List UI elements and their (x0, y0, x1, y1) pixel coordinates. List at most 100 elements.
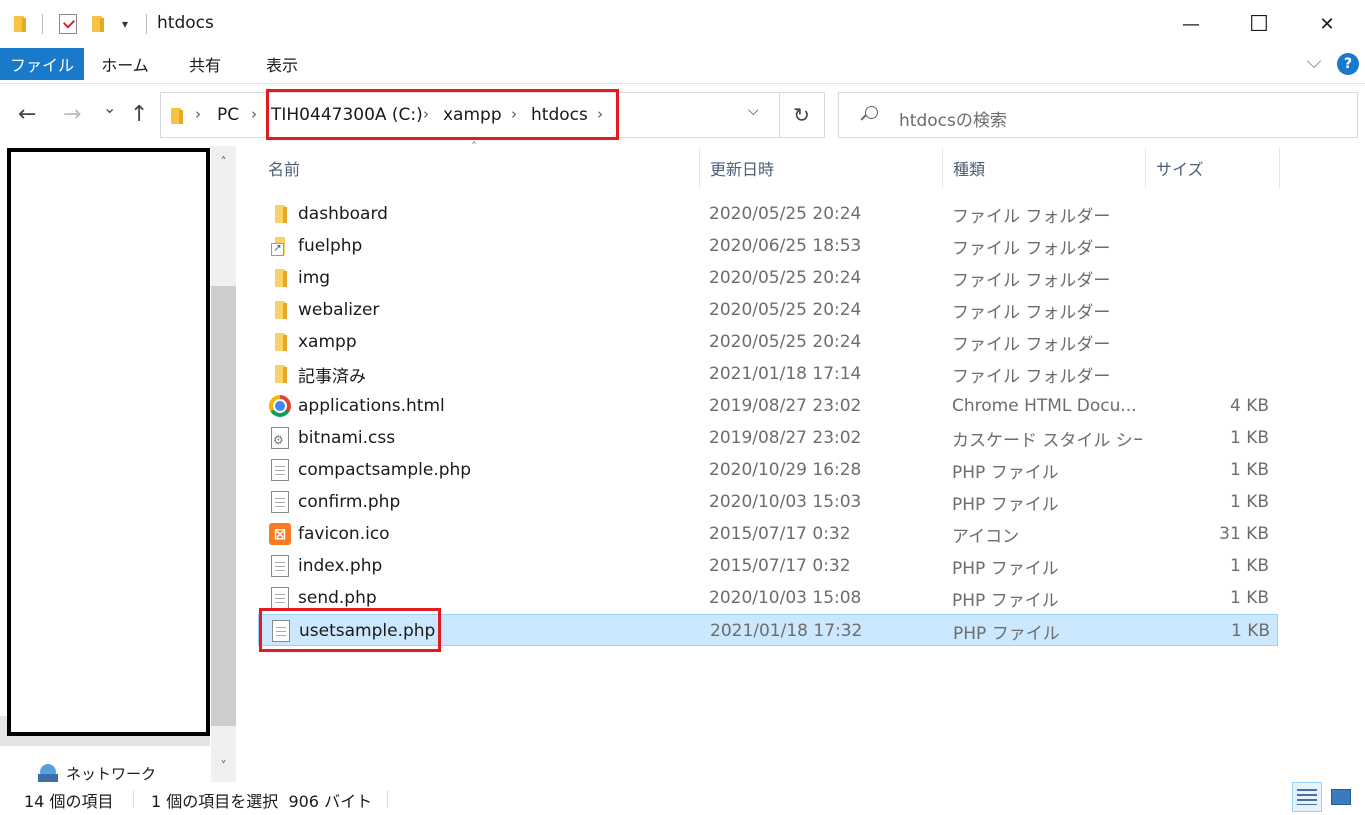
php-file-icon (268, 486, 292, 518)
table-row[interactable]: confirm.php 2020/10/03 15:03 PHP ファイル 1 KB (258, 486, 1278, 518)
date-modified: 2019/08/27 23:02 (709, 396, 862, 416)
details-view-icon (1297, 789, 1317, 805)
css-file-icon (268, 422, 292, 454)
customize-toolbar-chevron-icon[interactable]: ▾ (122, 12, 128, 36)
scroll-up-icon[interactable]: ˄ (211, 148, 236, 176)
file-name: confirm.php (298, 492, 401, 512)
maximize-button[interactable]: ☐ (1225, 0, 1293, 48)
window-title: htdocs (157, 13, 214, 33)
file-name: bitnami.css (298, 428, 396, 448)
back-arrow-icon[interactable]: ← (18, 102, 36, 127)
file-type: PHP ファイル (952, 590, 1059, 611)
address-dropdown-icon[interactable]: ⌵ (748, 103, 759, 119)
scroll-down-icon[interactable]: ˅ (211, 752, 236, 780)
php-file-icon (268, 454, 292, 486)
file-name: 記事済み (298, 366, 366, 387)
folder-shortcut-icon (268, 230, 292, 262)
breadcrumb-separator[interactable]: › (195, 105, 201, 123)
file-size: 1 KB (1229, 492, 1269, 512)
column-name[interactable]: 名前 (258, 148, 700, 188)
file-name: applications.html (298, 396, 445, 416)
large-icons-view-button[interactable] (1326, 782, 1356, 812)
new-folder-icon[interactable] (90, 12, 106, 36)
file-name: img (298, 268, 331, 288)
column-date-modified[interactable]: 更新日時 (700, 148, 943, 188)
search-icon (861, 106, 878, 122)
file-size: 4 KB (1229, 396, 1269, 416)
file-type: PHP ファイル (952, 494, 1059, 515)
table-row[interactable]: applications.html 2019/08/27 23:02 Chrome … (258, 390, 1278, 422)
php-file-icon (268, 550, 292, 582)
file-size: 31 KB (1219, 524, 1269, 544)
chrome-icon (268, 390, 292, 422)
help-icon[interactable]: ? (1337, 53, 1359, 75)
column-size[interactable]: サイズ (1146, 148, 1280, 188)
date-modified: 2021/01/18 17:32 (710, 621, 863, 641)
tab-file[interactable]: ファイル (0, 48, 84, 80)
details-view-button[interactable] (1292, 782, 1322, 812)
file-type: ファイル フォルダー (952, 206, 1111, 227)
large-icons-view-icon (1331, 789, 1351, 805)
file-name: compactsample.php (298, 460, 472, 480)
breadcrumb-pc[interactable]: PC (217, 105, 239, 125)
navigation-pane-scrollbar[interactable]: ˄ ˅ (211, 146, 236, 782)
date-modified: 2020/10/03 15:03 (709, 492, 862, 512)
file-size (1148, 230, 1269, 262)
minimize-button[interactable]: — (1157, 0, 1225, 48)
file-size: 1 KB (1229, 428, 1269, 448)
table-row[interactable]: index.php 2015/07/17 0:32 PHP ファイル 1 KB (258, 550, 1278, 582)
table-row[interactable]: xampp 2020/05/25 20:24 ファイル フォルダー (258, 326, 1278, 358)
xampp-icon: ⊠ (268, 518, 292, 550)
title-bar: ▾ htdocs — ☐ ✕ (0, 0, 1365, 48)
date-modified: 2020/05/25 20:24 (709, 300, 862, 320)
file-type: アイコン (952, 526, 1020, 547)
refresh-button[interactable]: ↻ (779, 92, 825, 138)
column-type[interactable]: 種類 (943, 148, 1146, 188)
properties-icon[interactable] (59, 12, 77, 36)
date-modified: 2020/05/25 20:24 (709, 204, 862, 224)
expand-ribbon-chevron-icon[interactable] (1306, 54, 1324, 72)
folder-icon (268, 262, 292, 294)
breadcrumb-separator[interactable]: › (251, 105, 257, 123)
date-modified: 2019/08/27 23:02 (709, 428, 862, 448)
file-type: Chrome HTML Docu... (952, 396, 1137, 416)
file-size: 1 KB (1229, 460, 1269, 480)
item-count: 14 個の項目 (24, 792, 114, 811)
file-type: PHP ファイル (953, 623, 1060, 644)
scrollbar-thumb[interactable] (211, 286, 236, 726)
table-row[interactable]: fuelphp 2020/06/25 18:53 ファイル フォルダー (258, 230, 1278, 262)
table-row[interactable]: compactsample.php 2020/10/29 16:28 PHP ファイ… (258, 454, 1278, 486)
table-row[interactable]: dashboard 2020/05/25 20:24 ファイル フォルダー (258, 198, 1278, 230)
date-modified: 2020/10/29 16:28 (709, 460, 862, 480)
tab-share[interactable]: 共有 (170, 48, 240, 80)
file-size: 1 KB (1230, 621, 1270, 641)
file-type: PHP ファイル (952, 558, 1059, 579)
close-button[interactable]: ✕ (1293, 0, 1361, 48)
column-header: ˄ 名前 更新日時 種類 サイズ (258, 140, 1280, 188)
file-type: ファイル フォルダー (952, 270, 1111, 291)
file-name: dashboard (298, 204, 388, 224)
tab-home[interactable]: ホーム (90, 48, 160, 80)
recent-locations-chevron-icon[interactable]: ⌄ (103, 98, 116, 117)
file-name: index.php (298, 556, 383, 576)
table-row[interactable]: bitnami.css 2019/08/27 23:02 カスケード スタイル シー… (258, 422, 1278, 454)
file-name: favicon.ico (298, 524, 390, 544)
forward-arrow-icon[interactable]: → (63, 102, 81, 127)
search-input[interactable]: htdocsの検索 (899, 106, 1007, 131)
folder-icon (268, 326, 292, 358)
tree-item-network[interactable]: ネットワーク (38, 763, 156, 783)
file-name: xampp (298, 332, 357, 352)
up-arrow-icon[interactable]: ↑ (130, 102, 148, 127)
redacted-area (7, 148, 210, 736)
table-row[interactable]: webalizer 2020/05/25 20:24 ファイル フォルダー (258, 294, 1278, 326)
tab-view[interactable]: 表示 (247, 48, 317, 80)
file-size (1148, 262, 1269, 294)
table-row[interactable]: 記事済み 2021/01/18 17:14 ファイル フォルダー (258, 358, 1278, 390)
navigation-bar: ← → ⌄ ↑ › PC › TIH0447300A (C:) › xampp … (0, 84, 1365, 146)
file-size (1148, 294, 1269, 326)
table-row[interactable]: img 2020/05/25 20:24 ファイル フォルダー (258, 262, 1278, 294)
file-name: fuelphp (298, 236, 363, 256)
table-row[interactable]: ⊠ favicon.ico 2015/07/17 0:32 アイコン 31 KB (258, 518, 1278, 550)
search-box[interactable]: htdocsの検索 (838, 92, 1358, 138)
file-size: 1 KB (1229, 588, 1269, 608)
